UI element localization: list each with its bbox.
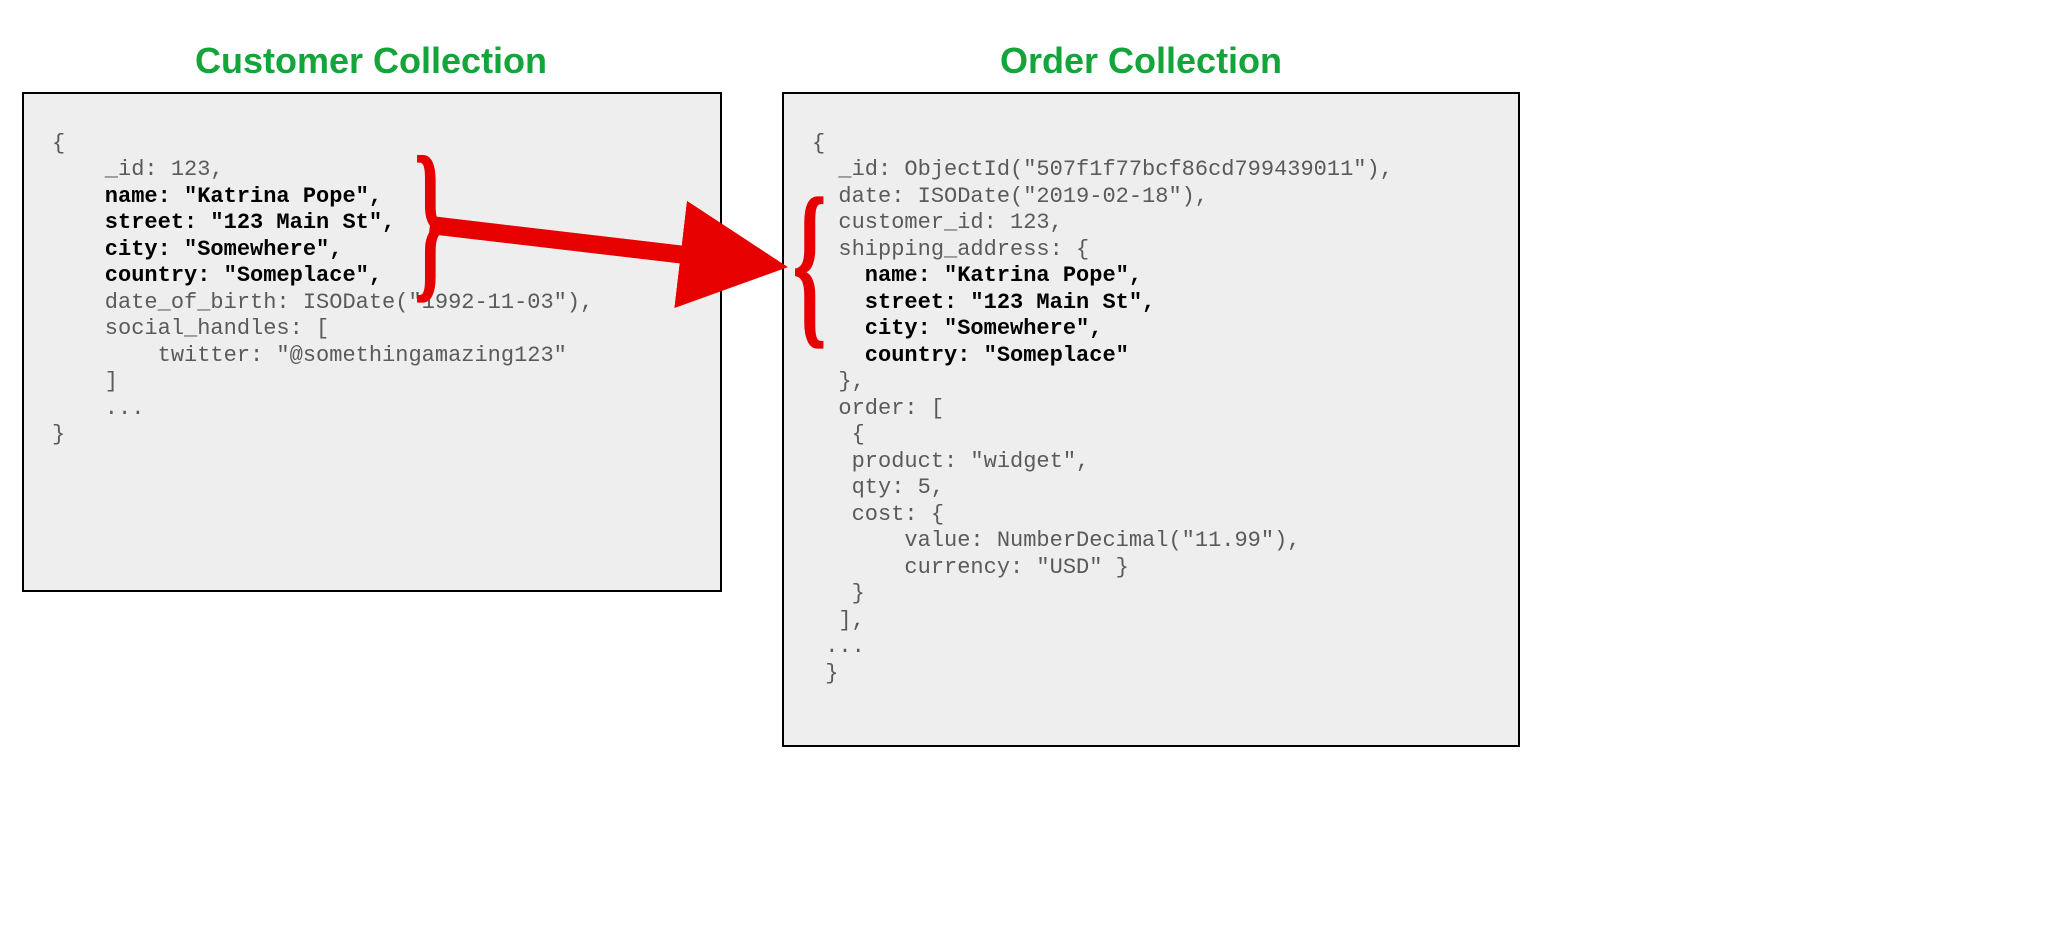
customer-code-panel: { _id: 123, name: "Katrina Pope", street…	[22, 92, 722, 592]
order-code-pre: { _id: ObjectId("507f1f77bcf86cd79943901…	[812, 131, 1393, 262]
group-brace-open-icon: {	[792, 156, 827, 369]
customer-code-name: name: "Katrina Pope",	[52, 184, 382, 209]
customer-code-street: street: "123 Main St",	[52, 210, 395, 235]
order-code-panel: { _id: ObjectId("507f1f77bcf86cd79943901…	[782, 92, 1520, 747]
customer-code-post: date_of_birth: ISODate("1992-11-03"), so…	[52, 290, 593, 448]
order-code-name: name: "Katrina Pope",	[812, 263, 1142, 288]
order-collection-title: Order Collection	[1000, 40, 1282, 82]
order-code-street: street: "123 Main St",	[812, 290, 1155, 315]
group-brace-close-icon: }	[414, 117, 448, 323]
order-code-post: }, order: [ { product: "widget", qty: 5,…	[812, 369, 1300, 686]
customer-code-city: city: "Somewhere",	[52, 237, 342, 262]
customer-code-pre: { _id: 123,	[52, 131, 224, 183]
order-code-block: { _id: ObjectId("507f1f77bcf86cd79943901…	[784, 94, 1518, 724]
order-code-country: country: "Someplace"	[812, 343, 1129, 368]
customer-collection-title: Customer Collection	[195, 40, 547, 82]
order-code-city: city: "Somewhere",	[812, 316, 1102, 341]
customer-code-block: { _id: 123, name: "Katrina Pope", street…	[24, 94, 720, 485]
customer-code-country: country: "Someplace",	[52, 263, 382, 288]
